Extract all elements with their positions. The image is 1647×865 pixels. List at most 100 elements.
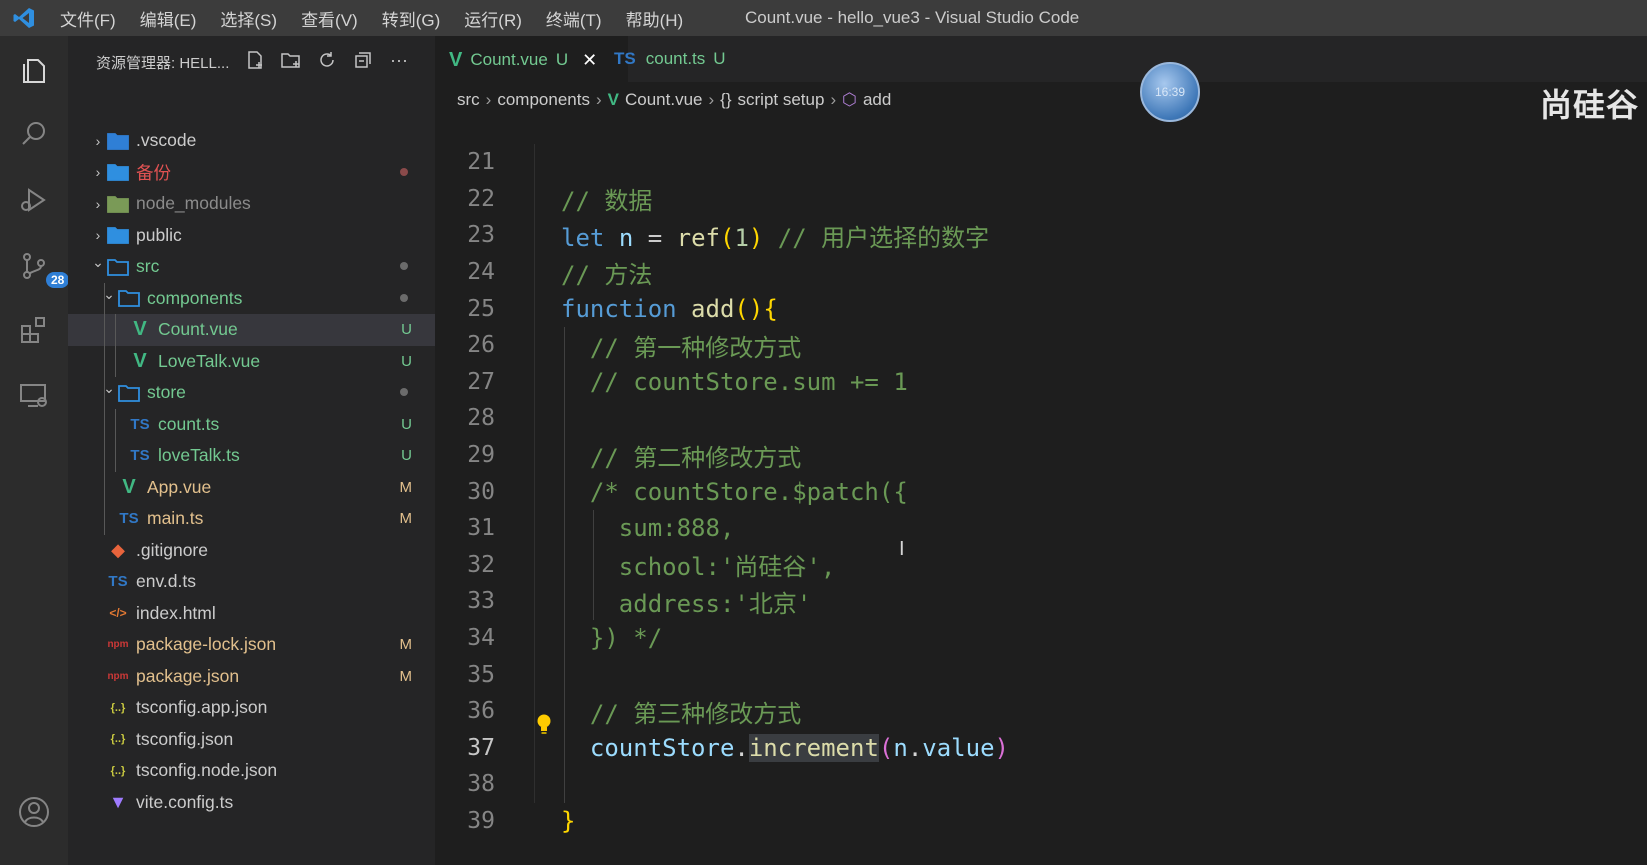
tree-item[interactable]: › public — [68, 220, 435, 252]
tree-item-label: LoveTalk.vue — [158, 350, 261, 371]
code-line: 33 address:'北京' — [435, 583, 1647, 620]
explorer-icon[interactable] — [14, 50, 54, 90]
more-actions-icon[interactable]: ··· — [387, 48, 411, 72]
chevron-right-icon: › — [595, 90, 602, 109]
folder-open-icon — [106, 257, 130, 277]
code-text: let n = ref(1) // 用户选择的数字 — [561, 223, 990, 252]
explorer-sidebar: 资源管理器: HELL... ··· › .vscode › 备份 › node_modu… — [68, 36, 435, 865]
tree-item[interactable]: ⌄ src — [68, 251, 435, 283]
tree-item-label: package-lock.json — [136, 634, 277, 655]
tree-item[interactable]: {..} tsconfig.node.json — [68, 755, 435, 787]
line-number: 36 — [467, 698, 495, 725]
tree-item[interactable]: TS env.d.ts — [68, 566, 435, 598]
tree-item[interactable]: ⌄ store — [68, 377, 435, 409]
tree-item[interactable]: TS count.ts U — [68, 408, 435, 440]
ts-file-icon: TS — [119, 510, 139, 528]
source-control-icon[interactable]: 28 — [14, 246, 70, 288]
indent-guide — [104, 282, 105, 314]
menu-bar: 文件(F) 编辑(E) 选择(S) 查看(V) 转到(G) 运行(R) 终端(T) 帮助(H) — [48, 6, 695, 31]
tree-item[interactable]: › 备份 — [68, 157, 435, 189]
tree-item[interactable]: npm package.json M — [68, 661, 435, 693]
indent-guide — [104, 440, 105, 472]
line-number: 30 — [467, 478, 495, 505]
code-text: // 第一种修改方式 — [561, 333, 802, 362]
menu-item-6[interactable]: 终端(T) — [534, 6, 614, 31]
search-icon[interactable] — [14, 114, 54, 154]
menu-item-7[interactable]: 帮助(H) — [614, 6, 696, 31]
change-indicator-dot — [400, 293, 408, 302]
code-line: 26 // 第一种修改方式 — [435, 326, 1647, 364]
activity-bar: 28 — [0, 36, 70, 865]
breadcrumb: src › components › V Count.vue › {} scri… — [457, 86, 891, 114]
tree-item[interactable]: TS main.ts M — [68, 503, 435, 535]
lightbulb-icon[interactable] — [535, 713, 553, 735]
tree-item[interactable]: ⌄ components — [68, 282, 435, 314]
code-line: 29 // 第二种修改方式 — [435, 436, 1647, 474]
explorer-header: 资源管理器: HELL... — [96, 55, 230, 72]
close-tab-icon[interactable]: ✕ — [582, 50, 597, 71]
breadcrumb-symbol[interactable]: add — [863, 90, 891, 110]
tree-item[interactable]: npm package-lock.json M — [68, 629, 435, 661]
tree-item-label: Count.vue — [158, 319, 238, 340]
chevron-right-icon: › — [708, 90, 715, 109]
extensions-icon[interactable] — [14, 310, 54, 350]
remote-explorer-icon[interactable] — [14, 376, 54, 416]
folder-icon — [106, 162, 130, 182]
tree-item[interactable]: V Count.vue U — [68, 314, 435, 346]
menu-item-2[interactable]: 选择(S) — [208, 6, 289, 31]
breadcrumb-script-setup[interactable]: script setup — [738, 90, 825, 110]
git-status-badge: U — [401, 447, 412, 465]
breadcrumb-file[interactable]: Count.vue — [625, 90, 703, 110]
collapse-all-icon[interactable] — [351, 48, 375, 72]
menu-item-4[interactable]: 转到(G) — [370, 6, 453, 31]
tree-item[interactable]: </> index.html — [68, 598, 435, 630]
breadcrumb-components[interactable]: components — [497, 90, 590, 110]
code-line: 38 — [435, 766, 1647, 803]
indent-guide — [104, 503, 105, 535]
line-number: 23 — [467, 222, 495, 249]
new-file-icon[interactable] — [243, 48, 267, 72]
indent-guide — [534, 509, 535, 547]
tree-item[interactable]: › node_modules — [68, 188, 435, 220]
tree-item[interactable]: TS loveTalk.ts U — [68, 440, 435, 472]
tree-item[interactable]: V LoveTalk.vue U — [68, 345, 435, 377]
indent-guide — [104, 377, 105, 409]
braces-icon: {} — [720, 90, 732, 109]
vue-file-icon: V — [449, 48, 463, 71]
npm-file-icon: npm — [107, 639, 129, 651]
tree-item[interactable]: ◆ .gitignore — [68, 535, 435, 567]
code-line: 23 let n = ref(1) // 用户选择的数字 — [435, 217, 1647, 254]
tree-item[interactable]: V App.vue M — [68, 471, 435, 503]
method-cube-icon: ⬡ — [842, 90, 857, 109]
tree-item-label: components — [147, 287, 243, 308]
breadcrumb-src[interactable]: src — [457, 90, 480, 110]
line-number: 28 — [467, 405, 495, 432]
editor-area: V Count.vue U ✕ TS count.ts U src › comp… — [435, 36, 1647, 865]
run-debug-icon[interactable] — [14, 180, 54, 220]
menu-item-0[interactable]: 文件(F) — [48, 6, 128, 31]
code-text: countStore.increment(n.value) — [589, 733, 1009, 762]
code-editor[interactable]: 21 22 // 数据 23 let n = ref(1) // 用户选择的数字 24 //… — [435, 144, 1647, 839]
tab-count-ts[interactable]: TS count.ts U — [600, 36, 740, 82]
tree-item[interactable]: › .vscode — [68, 125, 435, 157]
code-text: sum:888, — [561, 514, 735, 543]
chevron-down-icon: ⌄ — [92, 254, 104, 271]
menu-item-1[interactable]: 编辑(E) — [128, 6, 209, 31]
watermark-logo: 尚硅谷 — [1539, 87, 1639, 123]
menu-item-3[interactable]: 查看(V) — [289, 6, 370, 31]
refresh-icon[interactable] — [315, 48, 339, 72]
account-icon[interactable] — [14, 792, 54, 832]
indent-guide — [534, 180, 535, 218]
indent-guide — [534, 546, 535, 584]
chevron-right-icon: › — [485, 90, 492, 109]
indent-guide — [564, 766, 565, 803]
tree-item[interactable]: {..} tsconfig.json — [68, 724, 435, 756]
menu-item-5[interactable]: 运行(R) — [452, 6, 534, 31]
tree-item-label: public — [136, 224, 182, 245]
code-line: 28 — [435, 400, 1647, 437]
tree-item[interactable]: ▼ vite.config.ts — [68, 787, 435, 819]
new-folder-icon[interactable] — [279, 48, 303, 72]
tree-item[interactable]: {..} tsconfig.app.json — [68, 692, 435, 724]
indent-guide — [534, 656, 535, 693]
vue-file-icon: V — [122, 475, 136, 498]
